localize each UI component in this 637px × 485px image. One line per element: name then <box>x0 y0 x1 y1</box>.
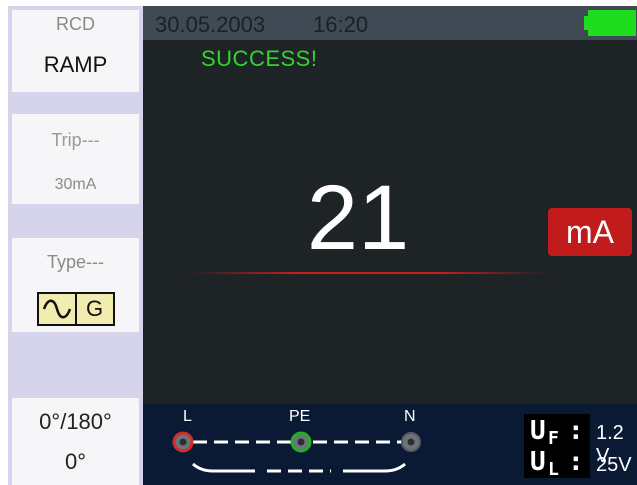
time-display: 16:20 <box>313 12 369 37</box>
uf-colon: : <box>568 416 584 446</box>
sidebar: RCD RAMP Trip--- 30mA Type--- G 0°/180° … <box>8 6 143 485</box>
ul-subscript: L <box>548 459 559 480</box>
uf-symbol: U <box>530 416 546 446</box>
limit-voltage-value: 25V <box>596 454 632 476</box>
mode-label: RCD <box>12 10 139 38</box>
tester-screen: RCD RAMP Trip--- 30mA Type--- G 0°/180° … <box>8 6 637 485</box>
phase-angle-range: 0°/180° <box>39 408 112 434</box>
wiring-diagram-icon <box>172 431 421 473</box>
divider <box>188 272 548 274</box>
status-bar: 30.05.2003 16:20 <box>143 6 637 40</box>
connection-bar: L PE N U F : U L : 1.2 V 25V <box>143 404 637 485</box>
ul-symbol: U <box>530 447 546 477</box>
measurement-value: 21 <box>306 167 410 269</box>
voltage-symbols-panel: U F : U L : <box>524 414 590 480</box>
phase-angle[interactable]: 0°/180° 0° <box>12 398 139 485</box>
uf-subscript: F <box>548 428 559 449</box>
mode-value[interactable]: RAMP <box>12 38 139 92</box>
ac-sine-icon <box>39 294 77 324</box>
phase-angle-value: 0° <box>64 448 87 474</box>
battery-icon <box>588 10 636 36</box>
measurement-unit: mA <box>548 208 632 256</box>
ul-colon: : <box>568 447 584 477</box>
type-box: G <box>36 292 115 326</box>
result-status: SUCCESS! <box>201 46 318 71</box>
type-selector[interactable]: G <box>12 286 139 332</box>
trip-label: Trip--- <box>12 114 139 166</box>
type-label: Type--- <box>12 238 139 286</box>
trip-value[interactable]: 30mA <box>12 166 139 204</box>
type-g-label: G <box>85 296 104 321</box>
date-display: 30.05.2003 <box>155 12 266 37</box>
